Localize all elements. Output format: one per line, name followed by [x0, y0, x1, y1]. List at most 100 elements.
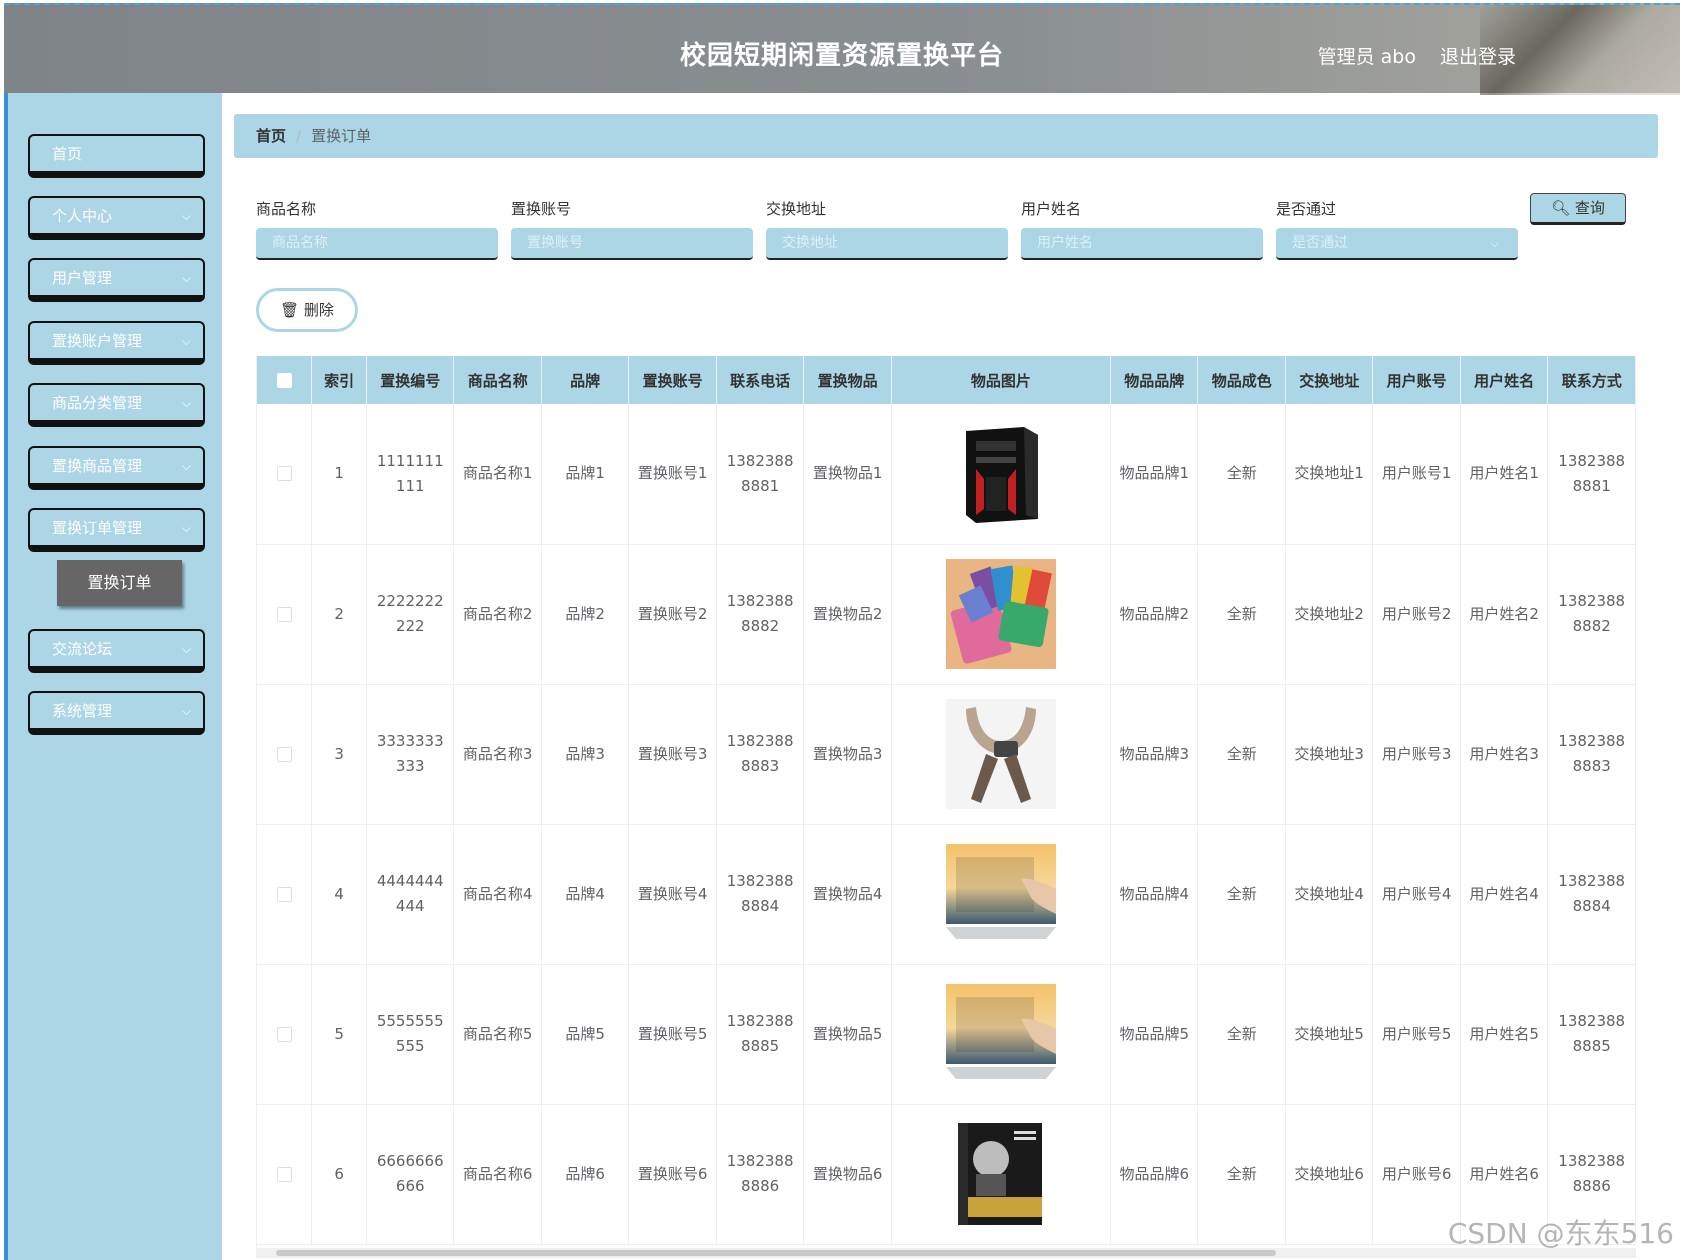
breadcrumb: 首页 / 置换订单 — [234, 114, 1658, 158]
current-user-label: 管理员 abo — [1317, 46, 1416, 68]
sidebar-item-user-management[interactable]: 用户管理 ⌵ — [28, 258, 205, 302]
column-header: 联系电话 — [716, 356, 805, 404]
row-checkbox[interactable] — [276, 1026, 292, 1042]
chevron-down-icon: ⌵ — [181, 642, 191, 656]
exchange-code-cell: 3333333333 — [366, 684, 455, 825]
sidebar-item-label: 个人中心 — [52, 207, 113, 225]
exchange-account-cell: 置换账号2 — [628, 544, 717, 685]
sidebar-subitem-exchange-order[interactable]: 置换订单 — [57, 560, 182, 606]
search-icon: 🔍︎ — [1551, 199, 1571, 217]
column-header: 物品成色 — [1197, 356, 1286, 404]
user-account-cell: 用户账号2 — [1372, 544, 1461, 685]
app-title: 校园短期闲置资源置换平台 — [679, 41, 1004, 71]
column-header: 物品图片 — [891, 356, 1111, 404]
item-condition-cell: 全新 — [1197, 404, 1286, 545]
chevron-down-icon: ⌵ — [181, 704, 191, 718]
user-account-cell: 用户账号1 — [1372, 404, 1461, 545]
chevron-down-icon: ⌵ — [181, 334, 191, 348]
table-row[interactable]: 3 3333333333 商品名称3 品牌3 置换账号3 13823888883 置换物品3… — [257, 684, 1636, 825]
filter-label-exchange-account: 置换账号 — [511, 200, 572, 218]
horizontal-scrollbar[interactable] — [256, 1248, 1636, 1258]
item-image[interactable] — [945, 979, 1056, 1089]
contact-method-cell: 13823888885 — [1547, 964, 1636, 1105]
row-checkbox[interactable] — [276, 606, 292, 622]
select-all-checkbox[interactable] — [276, 373, 292, 388]
column-header: 商品名称 — [453, 356, 542, 404]
item-image[interactable] — [945, 418, 1056, 529]
contact-method-cell: 13823888882 — [1547, 544, 1636, 685]
chevron-down-icon: ⌵ — [181, 521, 191, 535]
table-row[interactable]: 6 6666666666 商品名称6 品牌6 置换账号6 13823888886 置换物品6… — [257, 1104, 1636, 1245]
logout-link[interactable]: 退出登录 — [1440, 42, 1516, 69]
sidebar-item-label: 置换账户管理 — [52, 332, 143, 350]
sidebar-item-category-management[interactable]: 商品分类管理 ⌵ — [28, 383, 205, 427]
row-checkbox[interactable] — [276, 1166, 292, 1182]
goods-name-cell: 商品名称2 — [453, 544, 542, 685]
table-row[interactable]: 5 5555555555 商品名称5 品牌5 置换账号5 13823888885 置换物品5… — [257, 964, 1636, 1105]
chevron-down-icon: ⌵ — [181, 209, 191, 223]
item-image[interactable] — [945, 699, 1056, 809]
contact-phone-cell: 13823888884 — [716, 824, 805, 965]
row-select-cell — [257, 544, 313, 685]
sidebar-item-personal-center[interactable]: 个人中心 ⌵ — [28, 196, 205, 240]
row-select-cell — [257, 824, 313, 965]
row-index-cell: 1 — [311, 404, 368, 545]
sidebar-item-label: 用户管理 — [52, 269, 113, 287]
user-name-cell: 用户姓名1 — [1460, 404, 1549, 545]
brand-cell: 品牌4 — [541, 824, 630, 965]
exchange-address-input[interactable] — [766, 228, 1008, 260]
sidebar-item-exchange-goods-management[interactable]: 置换商品管理 ⌵ — [28, 446, 205, 490]
exchange-item-cell: 置换物品2 — [803, 544, 892, 685]
contact-method-cell: 13823888884 — [1547, 824, 1636, 965]
sidebar-item-exchange-order-management[interactable]: 置换订单管理 ⌵ — [28, 508, 205, 552]
exchange-item-cell: 置换物品3 — [803, 684, 892, 825]
sidebar-item-label: 商品分类管理 — [52, 394, 143, 412]
item-condition-cell: 全新 — [1197, 1104, 1286, 1245]
sidebar-item-forum[interactable]: 交流论坛 ⌵ — [28, 629, 205, 673]
goods-name-cell: 商品名称5 — [453, 964, 542, 1105]
user-name-cell: 用户姓名5 — [1460, 964, 1549, 1105]
item-image-cell — [891, 1104, 1111, 1245]
column-header: 联系方式 — [1547, 356, 1636, 404]
column-header: 用户姓名 — [1460, 356, 1549, 404]
user-name-cell: 用户姓名2 — [1460, 544, 1549, 685]
table-row[interactable]: 4 4444444444 商品名称4 品牌4 置换账号4 13823888884 置换物品4… — [257, 824, 1636, 965]
exchange-address-cell: 交换地址6 — [1285, 1104, 1374, 1245]
item-image[interactable] — [945, 559, 1056, 669]
row-checkbox[interactable] — [276, 746, 292, 762]
breadcrumb-current: 置换订单 — [311, 127, 372, 145]
item-image-cell — [891, 684, 1111, 825]
exchange-code-cell: 2222222222 — [366, 544, 455, 685]
item-brand-cell: 物品品牌6 — [1110, 1104, 1199, 1245]
approved-select[interactable] — [1276, 228, 1518, 260]
goods-name-cell: 商品名称6 — [453, 1104, 542, 1245]
row-checkbox[interactable] — [276, 466, 292, 482]
item-condition-cell: 全新 — [1197, 544, 1286, 685]
sidebar-item-exchange-account-management[interactable]: 置换账户管理 ⌵ — [28, 321, 205, 365]
exchange-account-input[interactable] — [511, 228, 753, 260]
sidebar-item-home[interactable]: 首页 — [28, 134, 205, 178]
orders-table: 索引 置换编号 商品名称 品牌 置换账号 联系电话 置换物品 物品图片 物品品牌… — [257, 356, 1636, 1245]
row-checkbox[interactable] — [276, 886, 292, 902]
user-name-input[interactable] — [1021, 228, 1263, 260]
item-image[interactable] — [945, 1119, 1056, 1229]
contact-phone-cell: 13823888882 — [716, 544, 805, 685]
sidebar: 首页 个人中心 ⌵ 用户管理 ⌵ 置换账户管理 ⌵ 商品分类管理 ⌵ 置换商品管… — [4, 93, 222, 1260]
breadcrumb-home[interactable]: 首页 — [256, 127, 286, 145]
delete-button[interactable]: 🗑︎ 删除 — [256, 288, 358, 332]
item-image[interactable] — [945, 839, 1056, 949]
column-header: 物品品牌 — [1110, 356, 1199, 404]
item-condition-cell: 全新 — [1197, 824, 1286, 965]
orders-table-container[interactable]: 索引 置换编号 商品名称 品牌 置换账号 联系电话 置换物品 物品图片 物品品牌… — [256, 356, 1636, 1248]
row-index-cell: 5 — [311, 964, 368, 1105]
user-account-cell: 用户账号3 — [1372, 684, 1461, 825]
search-button[interactable]: 🔍︎ 查询 — [1530, 193, 1626, 225]
goods-name-input[interactable] — [256, 228, 498, 260]
sidebar-item-label: 系统管理 — [52, 702, 113, 720]
table-row[interactable]: 2 2222222222 商品名称2 品牌2 置换账号2 13823888882 置换物品2… — [257, 544, 1636, 685]
item-condition-cell: 全新 — [1197, 964, 1286, 1105]
table-row[interactable]: 1 1111111111 商品名称1 品牌1 置换账号1 13823888881 置换物品1… — [257, 404, 1636, 545]
scrollbar-thumb[interactable] — [276, 1250, 1276, 1256]
chevron-down-icon: ⌵ — [181, 271, 191, 285]
sidebar-item-system-management[interactable]: 系统管理 ⌵ — [28, 691, 205, 735]
